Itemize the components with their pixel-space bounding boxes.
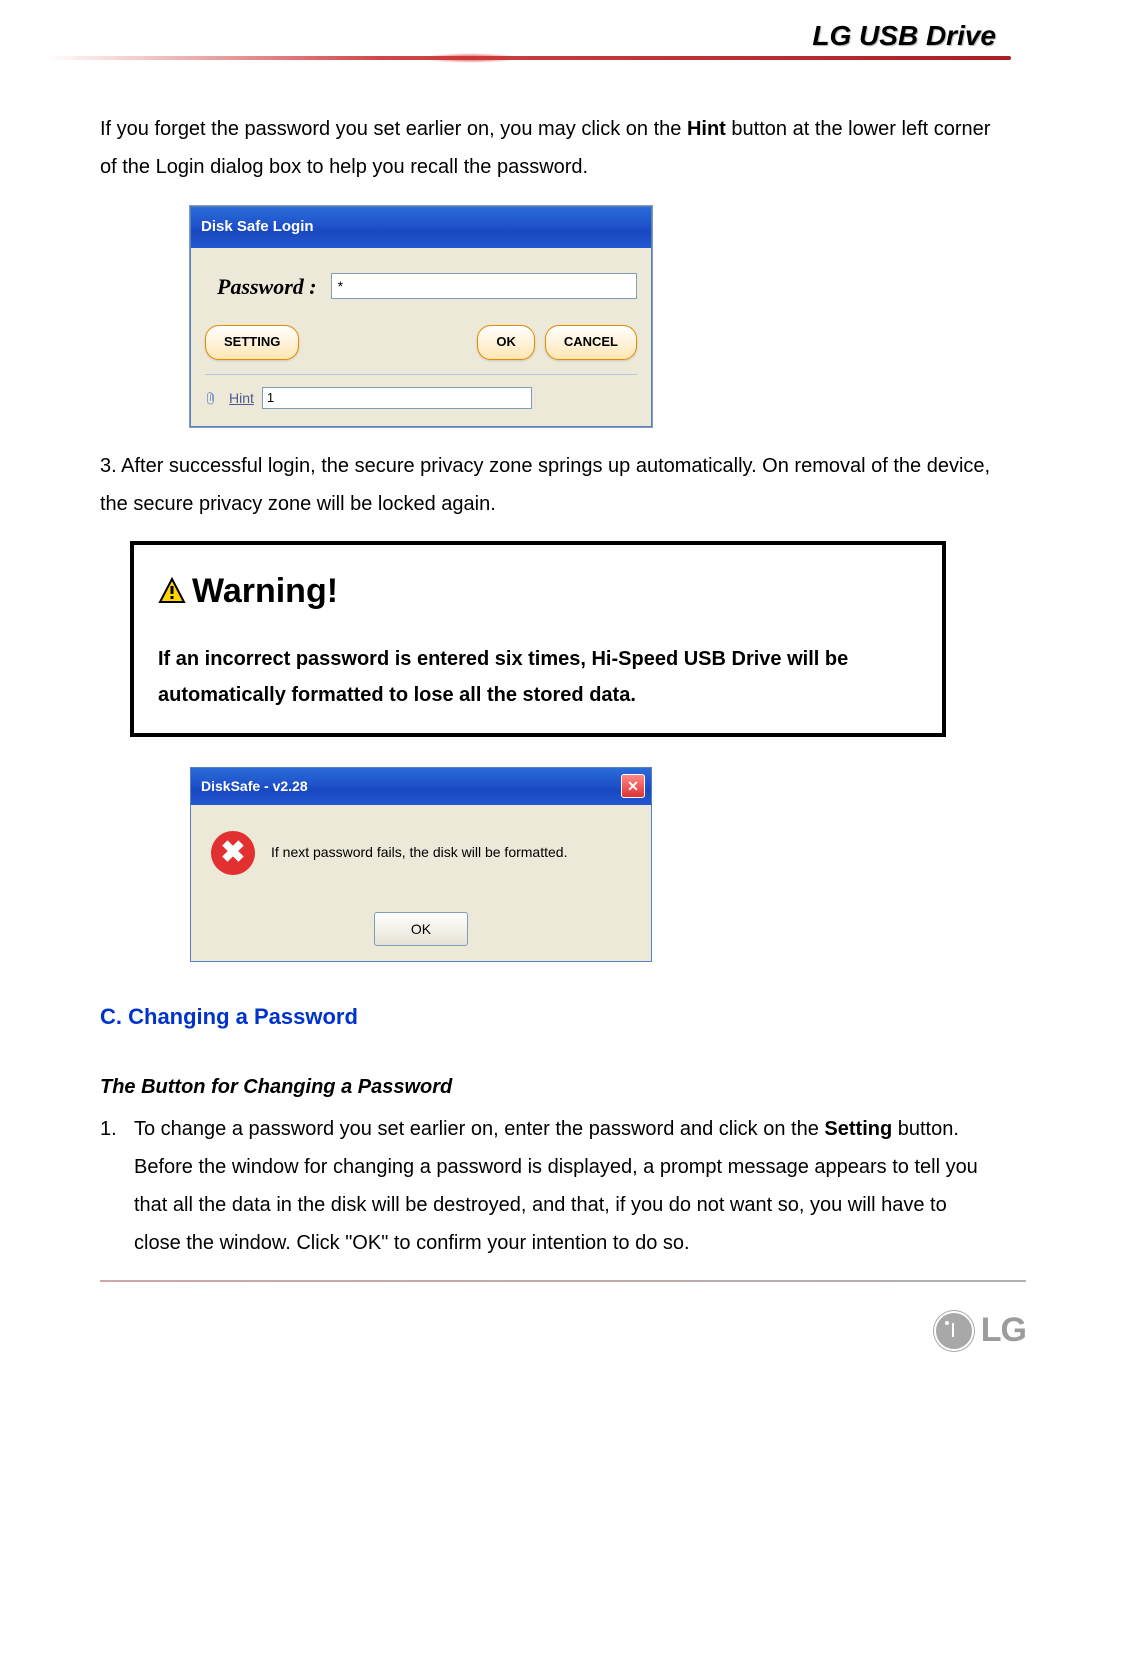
item1-text-a: To change a password you set earlier on,… xyxy=(134,1118,824,1140)
footer-divider xyxy=(100,1280,1026,1282)
warning-title: Warning! xyxy=(192,559,338,624)
close-button[interactable]: ✕ xyxy=(621,774,645,798)
disksafe-ok-button[interactable]: OK xyxy=(374,912,468,947)
warning-head: Warning! xyxy=(158,559,918,624)
lg-logo-icon xyxy=(933,1310,975,1352)
section-c-heading: C. Changing a Password xyxy=(100,996,996,1038)
section-c-subheading: The Button for Changing a Password xyxy=(100,1068,996,1106)
disksafe-dialog: DiskSafe - v2.28 ✕ ✖ If next password fa… xyxy=(190,767,652,962)
paperclip-icon xyxy=(205,390,221,406)
list-number: 1. xyxy=(100,1110,126,1262)
list-item-1: 1. To change a password you set earlier … xyxy=(100,1110,996,1262)
hint-word: Hint xyxy=(687,118,726,140)
error-icon: ✖ xyxy=(211,831,255,875)
password-input[interactable]: * xyxy=(331,273,637,299)
login-titlebar: Disk Safe Login xyxy=(191,207,651,248)
header-divider xyxy=(45,56,1011,60)
header-title: LG USB Drive xyxy=(812,20,996,51)
login-body: Password : * SETTING OK CANCEL Hint 1 xyxy=(191,248,651,426)
login-title: Disk Safe Login xyxy=(201,218,314,235)
list-text: To change a password you set earlier on,… xyxy=(134,1110,996,1262)
disksafe-titlebar: DiskSafe - v2.28 ✕ xyxy=(191,768,651,805)
warning-text: If an incorrect password is entered six … xyxy=(158,641,918,713)
lg-logo-text: LG xyxy=(981,1311,1026,1350)
hint-input[interactable]: 1 xyxy=(262,387,532,409)
content-area: If you forget the password you set earli… xyxy=(0,60,1126,1262)
item1-bold: Setting xyxy=(824,1118,892,1140)
cancel-button[interactable]: CANCEL xyxy=(545,325,637,360)
password-label: Password : xyxy=(205,266,317,308)
intro-text-a: If you forget the password you set earli… xyxy=(100,118,687,140)
close-icon: ✕ xyxy=(627,773,639,800)
step3-paragraph: 3. After successful login, the secure pr… xyxy=(100,447,996,523)
ok-button[interactable]: OK xyxy=(477,325,535,360)
page-header: LG USB Drive xyxy=(0,0,1126,52)
warning-icon xyxy=(158,577,186,605)
disksafe-title: DiskSafe - v2.28 xyxy=(201,773,308,800)
disksafe-footer: OK xyxy=(191,901,651,961)
warning-box: Warning! If an incorrect password is ent… xyxy=(130,541,946,738)
password-row: Password : * xyxy=(205,266,637,308)
hint-link[interactable]: Hint xyxy=(229,385,254,412)
lg-logo: LG xyxy=(933,1310,1026,1352)
intro-paragraph: If you forget the password you set earli… xyxy=(100,110,996,186)
hint-row: Hint 1 xyxy=(205,374,637,412)
page: LG USB Drive If you forget the password … xyxy=(0,0,1126,1382)
disksafe-message: If next password fails, the disk will be… xyxy=(271,843,567,863)
button-row: SETTING OK CANCEL xyxy=(205,325,637,360)
setting-button[interactable]: SETTING xyxy=(205,325,299,360)
login-dialog: Disk Safe Login Password : * SETTING OK … xyxy=(190,206,652,427)
disksafe-body: ✖ If next password fails, the disk will … xyxy=(191,805,651,901)
